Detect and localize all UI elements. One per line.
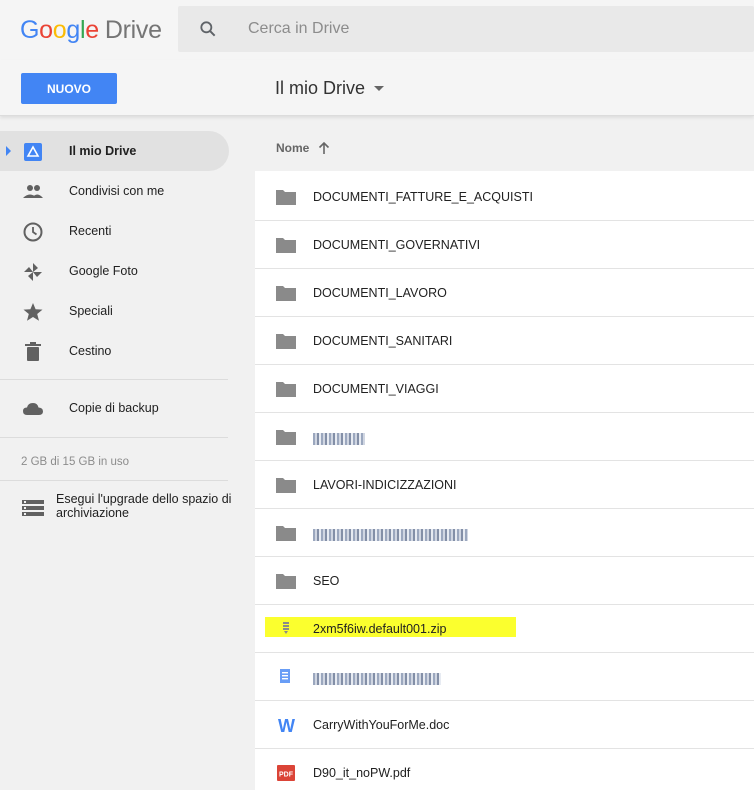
folder-icon <box>275 235 297 255</box>
sidebar-item-recent[interactable]: Recenti <box>0 211 229 251</box>
file-row[interactable]: SEO <box>255 557 754 605</box>
file-row[interactable] <box>255 653 754 701</box>
sidebar-item-label: Copie di backup <box>69 401 159 415</box>
people-icon <box>23 185 43 198</box>
folder-icon <box>275 187 297 207</box>
column-header-name[interactable]: Nome <box>255 131 754 171</box>
upgrade-storage-link[interactable]: Esegui l'upgrade dello spazio di archivi… <box>0 491 240 527</box>
file-row[interactable]: DOCUMENTI_SANITARI <box>255 317 754 365</box>
folder-icon <box>275 331 297 351</box>
sort-ascending-icon[interactable] <box>317 141 331 155</box>
sidebar-item-trash[interactable]: Cestino <box>0 331 229 371</box>
file-name: CarryWithYouForMe.doc <box>313 718 450 732</box>
folder-icon <box>275 379 297 399</box>
sidebar-item-my-drive[interactable]: Il mio Drive <box>0 131 229 171</box>
location-dropdown[interactable]: Il mio Drive <box>275 78 385 99</box>
svg-text:W: W <box>278 716 295 735</box>
file-name: DOCUMENTI_LAVORO <box>313 286 447 300</box>
top-header: Google Drive <box>0 0 754 60</box>
sidebar-item-label: Cestino <box>69 344 112 358</box>
folder-icon <box>275 427 297 447</box>
search-icon[interactable] <box>198 19 218 39</box>
pdf-icon: PDF <box>275 763 297 783</box>
sidebar-divider <box>0 379 228 380</box>
sidebar-divider <box>0 480 228 481</box>
zip-icon <box>275 619 297 639</box>
obscured-file-name <box>313 433 365 445</box>
sidebar-item-label: Condivisi con me <box>69 184 165 198</box>
file-row[interactable] <box>255 509 754 557</box>
cloud-icon <box>23 403 43 415</box>
file-row[interactable]: 2xm5f6iw.default001.zip <box>255 605 754 653</box>
file-row[interactable] <box>255 413 754 461</box>
file-name: DOCUMENTI_GOVERNATIVI <box>313 238 481 252</box>
toolbar: NUOVO Il mio Drive <box>0 60 754 116</box>
folder-icon <box>275 571 297 591</box>
file-row[interactable]: DOCUMENTI_GOVERNATIVI <box>255 221 754 269</box>
column-name-label: Nome <box>276 141 310 155</box>
sidebar-item-label: Recenti <box>69 224 112 238</box>
search-input[interactable] <box>248 16 728 42</box>
pinwheel-icon <box>24 263 42 281</box>
file-row[interactable]: W CarryWithYouForMe.doc <box>255 701 754 749</box>
file-row[interactable]: LAVORI-INDICIZZAZIONI <box>255 461 754 509</box>
upgrade-label: Esegui l'upgrade dello spazio di archivi… <box>56 492 232 520</box>
sidebar-item-label: Il mio Drive <box>69 144 137 158</box>
location-title: Il mio Drive <box>275 78 366 98</box>
search-box[interactable] <box>178 6 754 52</box>
file-name: 2xm5f6iw.default001.zip <box>313 622 447 636</box>
svg-text:PDF: PDF <box>279 772 294 779</box>
file-name: DOCUMENTI_FATTURE_E_ACQUISTI <box>313 190 533 204</box>
folder-icon <box>275 283 297 303</box>
storage-list-icon <box>22 500 44 516</box>
obscured-file-name <box>313 529 468 541</box>
star-icon <box>23 303 43 321</box>
clock-icon <box>23 222 43 242</box>
file-row[interactable]: DOCUMENTI_VIAGGI <box>255 365 754 413</box>
new-button[interactable]: NUOVO <box>21 73 117 104</box>
txt-icon <box>275 667 297 687</box>
file-name: D90_it_noPW.pdf <box>313 766 411 780</box>
sidebar-divider <box>0 437 228 438</box>
obscured-file-name <box>313 673 441 685</box>
sidebar-item-starred[interactable]: Speciali <box>0 291 229 331</box>
doc-icon: W <box>275 715 297 736</box>
drive-icon <box>24 143 42 161</box>
expand-arrow-icon[interactable] <box>6 146 11 156</box>
file-name: DOCUMENTI_VIAGGI <box>313 382 439 396</box>
folder-icon <box>275 475 297 495</box>
folder-icon <box>275 523 297 543</box>
file-row[interactable]: PDF D90_it_noPW.pdf <box>255 749 754 790</box>
file-row[interactable]: DOCUMENTI_FATTURE_E_ACQUISTI <box>255 173 754 221</box>
storage-usage: 2 GB di 15 GB in uso <box>21 456 130 468</box>
sidebar-item-label: Google Foto <box>69 264 138 278</box>
file-name: DOCUMENTI_SANITARI <box>313 334 453 348</box>
caret-down-icon <box>374 86 385 91</box>
trash-icon <box>25 342 41 361</box>
sidebar-item-label: Speciali <box>69 304 113 318</box>
sidebar-item-photos[interactable]: Google Foto <box>0 251 229 291</box>
file-name: LAVORI-INDICIZZAZIONI <box>313 478 457 492</box>
sidebar-item-shared[interactable]: Condivisi con me <box>0 171 229 211</box>
sidebar-item-backups[interactable]: Copie di backup <box>0 388 229 428</box>
file-row[interactable]: DOCUMENTI_LAVORO <box>255 269 754 317</box>
file-name: SEO <box>313 574 340 588</box>
google-drive-logo[interactable]: Google Drive <box>20 16 162 45</box>
